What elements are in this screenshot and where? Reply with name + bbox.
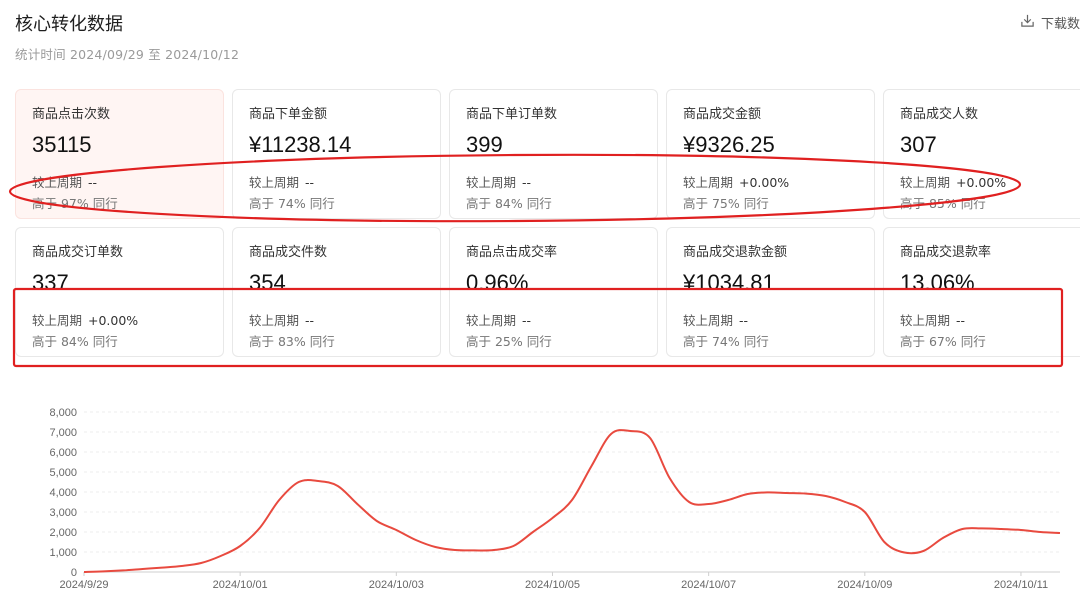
compare-label: 较上周期 — [900, 313, 951, 328]
metrics-row-1: 商品点击次数 35115 较上周期 -- 高于 97% 同行 商品下单金额 ¥1… — [15, 89, 1080, 219]
metric-compare: 较上周期 +0.00% — [683, 174, 874, 191]
metric-value: 354 — [249, 270, 286, 295]
x-tick-label: 2024/10/05 — [525, 579, 580, 591]
metric-card-deal-orders[interactable]: 商品成交订单数 337 较上周期 +0.00% 高于 84% 同行 — [15, 227, 224, 357]
metric-card-order-amount[interactable]: 商品下单金额 ¥11238.14 较上周期 -- 高于 74% 同行 — [232, 89, 441, 219]
y-tick-label: 4,000 — [49, 487, 77, 499]
metric-value: 0.96% — [466, 270, 529, 295]
metric-card-refund-rate[interactable]: 商品成交退款率 13.06% 较上周期 -- 高于 67% 同行 — [883, 227, 1080, 357]
metric-label: 商品成交金额 — [683, 107, 762, 122]
y-tick-label: 2,000 — [49, 527, 77, 539]
compare-label: 较上周期 — [32, 175, 83, 190]
y-tick-label: 3,000 — [49, 507, 77, 519]
metric-label: 商品点击成交率 — [466, 245, 558, 260]
y-tick-label: 7,000 — [49, 427, 77, 439]
metric-peer-rank: 高于 84% 同行 — [466, 196, 552, 211]
x-tick-label: 2024/9/29 — [60, 579, 109, 591]
metric-peer-rank: 高于 67% 同行 — [900, 334, 986, 349]
download-icon — [1020, 13, 1035, 32]
compare-label: 较上周期 — [249, 175, 300, 190]
metric-label: 商品点击次数 — [32, 107, 111, 122]
metric-card-deal-items[interactable]: 商品成交件数 354 较上周期 -- 高于 83% 同行 — [232, 227, 441, 357]
metric-compare: 较上周期 +0.00% — [32, 312, 223, 329]
compare-label: 较上周期 — [900, 175, 951, 190]
y-tick-label: 0 — [71, 567, 77, 579]
y-tick-label: 1,000 — [49, 547, 77, 559]
metric-card-deal-amount[interactable]: 商品成交金额 ¥9326.25 较上周期 +0.00% 高于 75% 同行 — [666, 89, 875, 219]
metric-card-order-count[interactable]: 商品下单订单数 399 较上周期 -- 高于 84% 同行 — [449, 89, 658, 219]
x-tick-label: 2024/10/09 — [837, 579, 892, 591]
compare-value: -- — [739, 313, 749, 328]
metrics-grid: 商品点击次数 35115 较上周期 -- 高于 97% 同行 商品下单金额 ¥1… — [15, 89, 1080, 365]
metric-peer-rank: 高于 97% 同行 — [32, 196, 118, 211]
metric-peer-rank: 高于 84% 同行 — [32, 334, 118, 349]
metric-peer-rank: 高于 25% 同行 — [466, 334, 552, 349]
compare-value: -- — [522, 175, 532, 190]
metric-peer-rank: 高于 75% 同行 — [683, 196, 769, 211]
metric-value: ¥11238.14 — [249, 132, 352, 157]
metric-compare: 较上周期 -- — [466, 312, 657, 329]
metric-value: ¥9326.25 — [683, 132, 775, 157]
metric-card-refund-amount[interactable]: 商品成交退款金额 ¥1034.81 较上周期 -- 高于 74% 同行 — [666, 227, 875, 357]
metric-value: 399 — [466, 132, 503, 157]
metric-peer-rank: 高于 83% 同行 — [249, 334, 335, 349]
metric-label: 商品成交退款金额 — [683, 245, 788, 260]
metric-label: 商品下单订单数 — [466, 107, 558, 122]
metric-compare: 较上周期 -- — [32, 174, 223, 191]
compare-value: +0.00% — [88, 313, 139, 328]
y-tick-label: 8,000 — [49, 407, 77, 419]
metric-peer-rank: 高于 85% 同行 — [900, 196, 986, 211]
x-tick-label: 2024/10/11 — [994, 579, 1048, 591]
metric-card-buyers[interactable]: 商品成交人数 307 较上周期 +0.00% 高于 85% 同行 — [883, 89, 1080, 219]
compare-value: -- — [305, 313, 315, 328]
compare-value: -- — [88, 175, 98, 190]
metric-label: 商品成交订单数 — [32, 245, 124, 260]
compare-label: 较上周期 — [683, 313, 734, 328]
date-range: 统计时间 2024/09/29 至 2024/10/12 — [15, 47, 240, 62]
compare-value: -- — [305, 175, 315, 190]
metric-peer-rank: 高于 74% 同行 — [683, 334, 769, 349]
metric-compare: 较上周期 -- — [900, 312, 1080, 329]
metric-compare: 较上周期 -- — [683, 312, 874, 329]
metric-compare: 较上周期 -- — [249, 312, 440, 329]
compare-label: 较上周期 — [249, 313, 300, 328]
metrics-row-2: 商品成交订单数 337 较上周期 +0.00% 高于 84% 同行 商品成交件数… — [15, 227, 1080, 357]
metric-value: 35115 — [32, 132, 92, 157]
metric-compare: 较上周期 +0.00% — [900, 174, 1080, 191]
metric-card-clicks[interactable]: 商品点击次数 35115 较上周期 -- 高于 97% 同行 — [15, 89, 224, 219]
metric-value: 13.06% — [900, 270, 975, 295]
compare-label: 较上周期 — [683, 175, 734, 190]
metric-label: 商品下单金额 — [249, 107, 328, 122]
metric-label: 商品成交件数 — [249, 245, 328, 260]
compare-value: +0.00% — [956, 175, 1007, 190]
metric-compare: 较上周期 -- — [249, 174, 440, 191]
compare-label: 较上周期 — [32, 313, 83, 328]
download-button[interactable]: 下载数 — [1020, 13, 1080, 32]
compare-value: -- — [956, 313, 966, 328]
download-label: 下载数 — [1040, 17, 1080, 32]
x-tick-label: 2024/10/07 — [681, 579, 736, 591]
metric-compare: 较上周期 -- — [466, 174, 657, 191]
compare-label: 较上周期 — [466, 313, 517, 328]
conversion-line-chart: 0 1,000 2,000 3,000 4,000 5,000 6,000 7,000 8,00… — [49, 407, 1061, 591]
metric-label: 商品成交退款率 — [900, 245, 992, 260]
metric-label: 商品成交人数 — [900, 107, 979, 122]
page-header: 核心转化数据 统计时间 2024/09/29 至 2024/10/12 — [15, 12, 239, 63]
compare-value: +0.00% — [739, 175, 790, 190]
metric-card-click-conversion[interactable]: 商品点击成交率 0.96% 较上周期 -- 高于 25% 同行 — [449, 227, 658, 357]
y-tick-label: 5,000 — [49, 467, 77, 479]
metric-peer-rank: 高于 74% 同行 — [249, 196, 335, 211]
x-tick-label: 2024/10/01 — [213, 579, 268, 591]
compare-value: -- — [522, 313, 532, 328]
metric-value: 337 — [32, 270, 69, 295]
metric-value: 307 — [900, 132, 937, 157]
compare-label: 较上周期 — [466, 175, 517, 190]
series-line — [83, 429, 1061, 573]
x-tick-label: 2024/10/03 — [369, 579, 424, 591]
page-title: 核心转化数据 — [15, 14, 123, 35]
metric-value: ¥1034.81 — [683, 270, 775, 295]
y-tick-label: 6,000 — [49, 447, 77, 459]
